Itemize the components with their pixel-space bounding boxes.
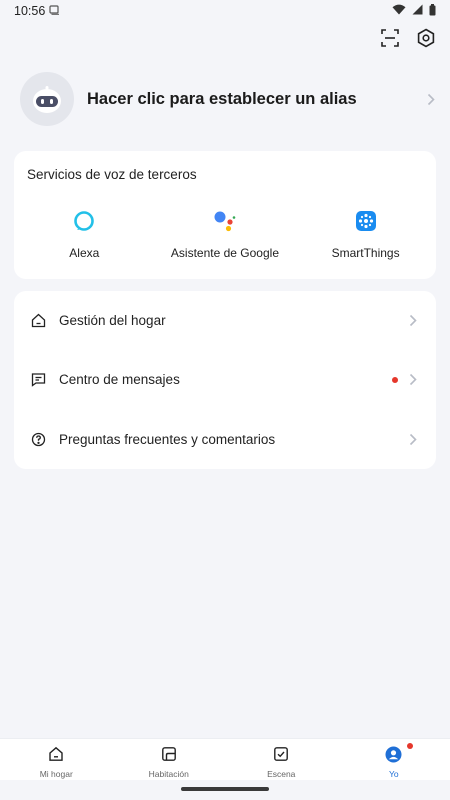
voice-services-card: Servicios de voz de terceros Alexa Asist… [14, 151, 436, 279]
service-smartthings[interactable]: SmartThings [295, 209, 436, 260]
chevron-right-icon [406, 432, 420, 446]
menu-card: Gestión del hogar Centro de mensajes Pre… [14, 291, 436, 469]
robot-avatar-icon [33, 86, 61, 113]
avatar[interactable] [20, 72, 74, 126]
menu-item-message-center[interactable]: Centro de mensajes [14, 350, 436, 409]
screenshot-notification-icon [49, 4, 60, 18]
top-actions [378, 26, 438, 50]
help-icon [30, 431, 46, 447]
nav-tab-room[interactable]: Habitación [113, 739, 226, 780]
menu-item-label: Centro de mensajes [59, 372, 180, 388]
notification-badge [407, 743, 414, 749]
signal-icon [412, 4, 423, 18]
service-label: Asistente de Google [170, 246, 279, 260]
service-label: Alexa [69, 246, 100, 260]
service-alexa[interactable]: Alexa [14, 209, 155, 260]
status-time: 10:56 [14, 4, 46, 18]
smartthings-icon [354, 209, 378, 233]
menu-item-faq-feedback[interactable]: Preguntas frecuentes y comentarios [14, 410, 436, 469]
chevron-right-icon [406, 373, 420, 387]
profile-icon [385, 745, 403, 763]
voice-services-title: Servicios de voz de terceros [27, 167, 197, 182]
voice-services-list: Alexa Asistente de Google SmartThings [14, 209, 436, 260]
nav-tab-scene[interactable]: Escena [225, 739, 338, 780]
profile-alias-row[interactable]: Hacer clic para establecer un alias [20, 72, 438, 126]
battery-icon [429, 3, 436, 19]
service-label: SmartThings [331, 246, 400, 260]
settings-icon[interactable] [414, 26, 438, 50]
scan-icon[interactable] [378, 26, 402, 50]
nav-label: Yo [388, 769, 399, 779]
chevron-right-icon [406, 314, 420, 328]
nav-tab-me[interactable]: Yo [338, 739, 450, 780]
message-icon [30, 372, 46, 388]
alexa-icon [72, 209, 96, 233]
service-google-assistant[interactable]: Asistente de Google [155, 209, 296, 260]
chevron-right-icon [424, 92, 438, 106]
menu-item-label: Preguntas frecuentes y comentarios [59, 431, 276, 447]
bottom-navigation: Mi hogar Habitación Escena Yo [0, 738, 450, 780]
menu-item-home-management[interactable]: Gestión del hogar [14, 291, 436, 350]
nav-label: Escena [267, 769, 296, 779]
home-icon [30, 313, 46, 329]
room-icon [160, 745, 178, 763]
nav-label: Habitación [148, 769, 189, 779]
menu-item-label: Gestión del hogar [59, 313, 166, 329]
scene-icon [272, 745, 290, 763]
google-assistant-icon [213, 209, 237, 233]
nav-label: Mi hogar [39, 769, 73, 779]
unread-badge [392, 376, 398, 383]
nav-tab-my-home[interactable]: Mi hogar [0, 739, 113, 780]
home-icon [47, 745, 65, 763]
profile-alias-label: Hacer clic para establecer un alias [87, 89, 357, 108]
wifi-icon [392, 4, 406, 18]
status-bar: 10:56 [0, 0, 450, 22]
gesture-handle[interactable] [181, 787, 269, 791]
